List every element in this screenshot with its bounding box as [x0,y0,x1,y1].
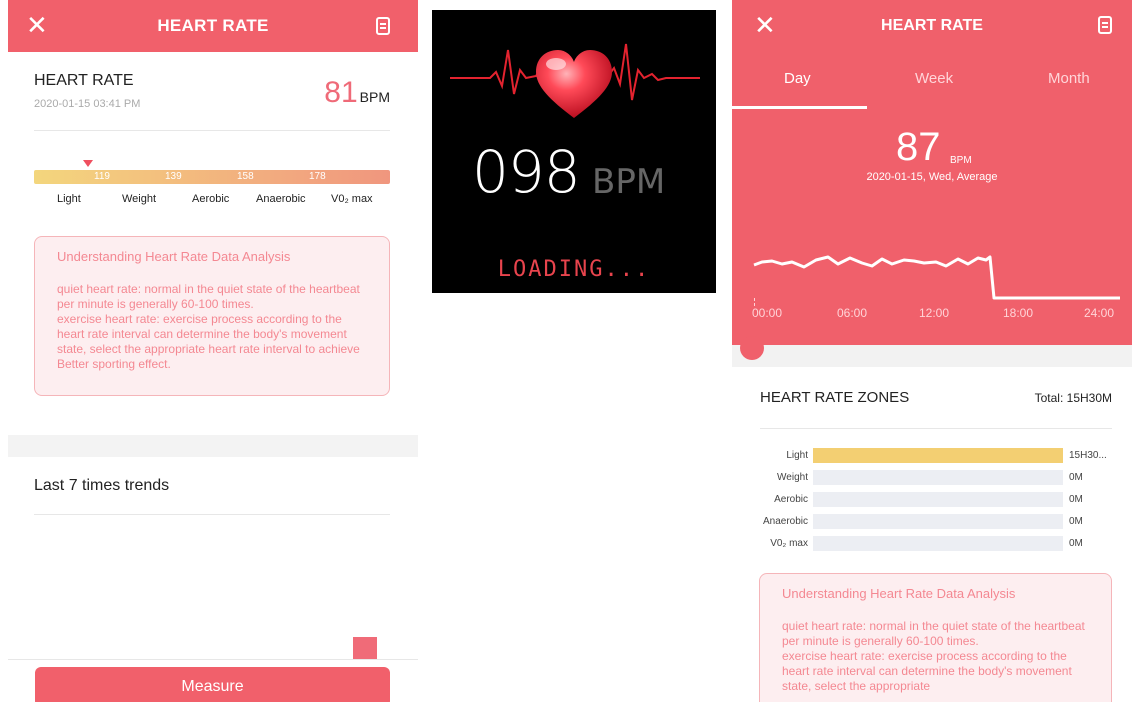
info-body: quiet heart rate: normal in the quiet st… [57,282,360,371]
info-box: Understanding Heart Rate Data Analysis q… [34,236,390,396]
time-tick: 24:00 [1084,306,1115,320]
zones-total: Total: 15H30M [1034,391,1112,405]
zone-row-label: Light [786,450,808,461]
tab-underline [732,106,867,109]
zone-tick: 178 [309,171,326,182]
time-tick: 12:00 [919,306,950,320]
chart-origin-line [754,298,755,306]
chart-line [753,255,1120,300]
tab-day[interactable]: Day [784,70,811,87]
zone-label-aerobic: Aerobic [192,193,230,205]
zone-row-bar [813,448,1063,463]
day-heart-rate-chart [753,255,1120,300]
zone-scale-bar: 119 139 158 178 [34,170,390,184]
zone-row-label: Anaerobic [762,516,808,527]
zone-row-bar [813,492,1063,507]
zone-row-label: Aerobic [774,494,808,505]
divider [34,514,390,515]
time-tick: 18:00 [1003,306,1034,320]
trends-title: Last 7 times trends [34,477,170,494]
info-title: Understanding Heart Rate Data Analysis [57,249,291,264]
zone-row-fill [813,448,1063,463]
zone-row-bar [813,536,1063,551]
watch-screen: 098 BPM LOADING... [432,10,716,293]
zone-row-value: 0M [1069,472,1083,483]
info-body: quiet heart rate: normal in the quiet st… [782,619,1085,693]
left-screen: ✕ HEART RATE HEART RATE 2020-01-15 03:41… [8,0,418,702]
heart-icon [536,50,612,118]
ekg-line-right [599,43,700,101]
average-unit: BPM [950,155,972,166]
heart-rate-label: HEART RATE [34,72,134,89]
zone-label-vo2max: V0₂ max [331,193,373,205]
scrubber-handle[interactable] [740,336,764,360]
info-title: Understanding Heart Rate Data Analysis [782,586,1016,601]
bpm-value: 098 [472,138,581,206]
document-icon[interactable] [1098,16,1112,34]
zone-row-value: 0M [1069,516,1083,527]
zone-label-light: Light [57,193,81,205]
left-header: ✕ HEART RATE [8,0,418,52]
header-title: HEART RATE [881,17,983,34]
zone-row-value: 0M [1069,538,1083,549]
tab-week[interactable]: Week [915,70,953,87]
average-caption: 2020-01-15, Wed, Average [866,171,998,183]
header-title: HEART RATE [157,16,269,35]
heartbeat-graphic [450,43,700,118]
current-zone-marker [83,160,93,167]
measure-button[interactable]: Measure [35,667,390,702]
loading-text: LOADING... [497,257,651,282]
zone-tick: 158 [237,171,254,182]
bpm-unit: BPM [592,162,666,202]
divider [760,428,1112,429]
trend-bar [353,637,377,659]
section-separator [8,435,418,457]
zones-title: HEART RATE ZONES [760,389,910,406]
zone-label-weight: Weight [122,193,157,205]
heart-rate-date: 2020-01-15 03:41 PM [34,98,141,110]
document-icon[interactable] [376,17,390,35]
zone-label-anaerobic: Anaerobic [256,193,306,205]
zone-tick: 119 [94,171,110,182]
heart-rate-unit: BPM [359,89,390,105]
divider [8,659,418,660]
average-value: 87 [896,125,941,169]
tab-month[interactable]: Month [1048,70,1090,87]
zone-row-value: 15H30... [1069,450,1107,461]
zone-tick: 139 [165,171,182,182]
day-chart-header: ✕ HEART RATE Day Week Month 87 BPM 2020-… [732,0,1132,345]
heart-highlight [546,58,566,70]
heart-rate-number: 81 [324,76,358,109]
heart-rate-value: 81 BPM [324,76,390,110]
zone-row-label: Weight [777,472,808,483]
zone-row-label: V0₂ max [770,538,808,549]
info-box: Understanding Heart Rate Data Analysis q… [759,573,1112,702]
time-tick: 06:00 [837,306,868,320]
section-separator [732,345,1132,367]
zone-row-value: 0M [1069,494,1083,505]
divider [34,130,390,131]
zone-row-bar [813,470,1063,485]
zone-row-bar [813,514,1063,529]
time-tick: 00:00 [752,306,783,320]
right-screen: ✕ HEART RATE Day Week Month 87 BPM 2020-… [732,0,1132,702]
